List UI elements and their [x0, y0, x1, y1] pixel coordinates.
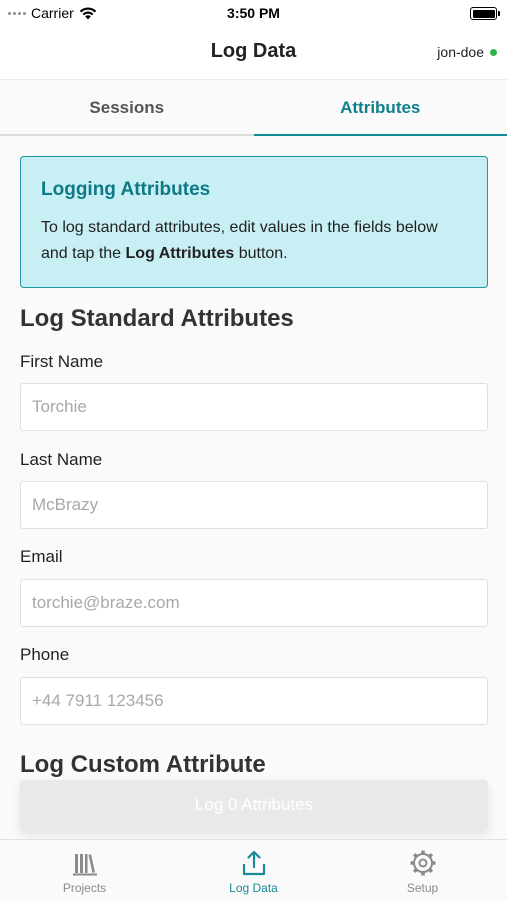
email-label: Email: [20, 547, 63, 566]
phone-label: Phone: [20, 645, 70, 664]
page-title: Log Data: [210, 40, 297, 62]
online-status-dot: [490, 48, 497, 56]
custom-attribute-heading: Log Custom Attribute: [20, 751, 266, 778]
tab-bar-item-projects[interactable]: Projects: [0, 840, 169, 900]
tab-bar-item-log-data[interactable]: Log Data: [169, 840, 338, 900]
tab-bar-label-log-data: Log Data: [229, 881, 278, 895]
upload-icon: [242, 850, 265, 876]
first-name-label: First Name: [20, 352, 104, 371]
username-label: jon-doe: [437, 44, 484, 60]
log-attributes-button[interactable]: Log 0 Attributes: [20, 780, 488, 830]
status-bar: Carrier 3:50 PM: [0, 0, 507, 26]
clock: 3:50 PM: [227, 5, 280, 21]
tab-bar-label-projects: Projects: [62, 881, 107, 895]
books-icon: [72, 854, 97, 876]
tab-attributes[interactable]: Attributes: [253, 80, 507, 136]
info-title: Logging Attributes: [41, 179, 211, 200]
info-callout: Logging Attributes To log standard attri…: [20, 156, 488, 288]
nav-bar: Log Data jon-doe: [0, 26, 507, 80]
user-indicator[interactable]: jon-doe: [437, 44, 497, 60]
bottom-tab-bar: Projects Log Data Setup: [0, 839, 507, 900]
gear-icon: [410, 850, 435, 876]
last-name-input[interactable]: [20, 481, 488, 529]
phone-input[interactable]: [20, 677, 488, 725]
email-input[interactable]: [20, 579, 488, 627]
tab-sessions[interactable]: Sessions: [0, 80, 254, 136]
first-name-input[interactable]: [20, 383, 488, 431]
tab-strip: Sessions Attributes: [0, 80, 507, 136]
tab-bar-item-setup[interactable]: Setup: [338, 840, 507, 900]
tab-bar-label-setup: Setup: [406, 881, 439, 895]
battery-icon: [470, 7, 500, 20]
standard-attributes-heading: Log Standard Attributes: [20, 305, 294, 332]
last-name-label: Last Name: [20, 450, 103, 469]
info-text-end: button.: [234, 245, 288, 262]
info-text-bold: Log Attributes: [125, 245, 235, 262]
info-text: To log standard attributes, edit values …: [41, 215, 467, 267]
